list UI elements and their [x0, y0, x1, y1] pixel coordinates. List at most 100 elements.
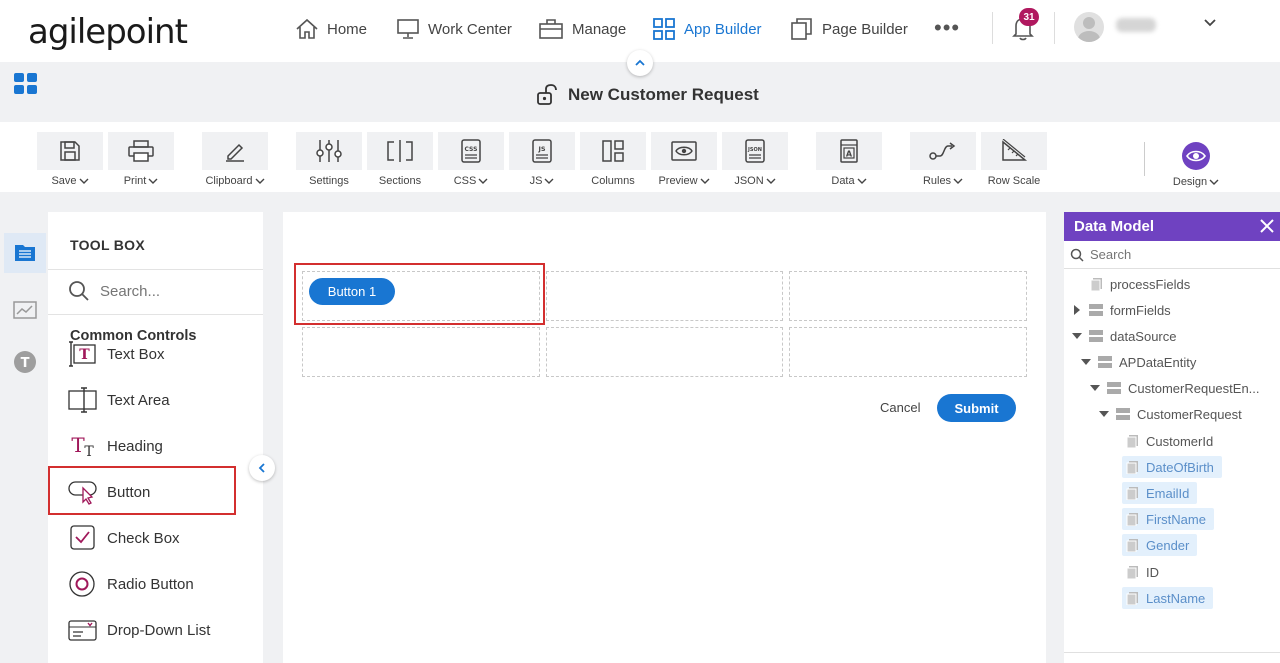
sliders-icon: [316, 140, 342, 162]
data-label: Data: [831, 175, 855, 187]
print-button[interactable]: Print: [108, 132, 174, 187]
chevron-down-icon: [544, 178, 554, 184]
js-button[interactable]: JS JS: [509, 132, 575, 187]
toolbox-item-drop-down-list[interactable]: Drop-Down List: [68, 615, 210, 645]
cancel-button[interactable]: Cancel: [880, 400, 920, 415]
save-label: Save: [51, 175, 77, 187]
clipboard-button[interactable]: Clipboard: [202, 132, 268, 187]
chevron-down-icon: [953, 178, 963, 184]
chevron-down-icon: [1209, 179, 1219, 185]
rules-label: Rules: [922, 175, 952, 187]
settings-button[interactable]: Settings: [296, 132, 362, 187]
form-cell[interactable]: [546, 271, 783, 321]
group-icon: [1107, 382, 1121, 394]
ribbon-divider: [1144, 142, 1145, 176]
save-button[interactable]: Save: [37, 132, 103, 187]
collapse-arrow-icon[interactable]: [1090, 384, 1100, 392]
user-avatar[interactable]: [1074, 12, 1104, 42]
expand-arrow-icon[interactable]: [1072, 305, 1082, 315]
toolbox-item-check-box[interactable]: Check Box: [68, 523, 180, 553]
json-button[interactable]: JSON JSON: [722, 132, 788, 187]
preview-button[interactable]: Preview: [651, 132, 717, 187]
agilepoint-logo[interactable]: agilepoint: [28, 12, 188, 52]
toolbox-item-text-area[interactable]: Text Area: [68, 385, 170, 415]
tree-node-id[interactable]: ID: [1126, 561, 1159, 583]
form-cell[interactable]: [789, 327, 1027, 377]
nav-app-builder[interactable]: App Builder: [652, 16, 762, 42]
user-menu-chevron-down-icon[interactable]: [1203, 16, 1217, 35]
nav-divider: [1054, 12, 1055, 44]
form-cell[interactable]: [789, 271, 1027, 321]
nav-work-center[interactable]: Work Center: [396, 16, 512, 42]
nav-manage[interactable]: Manage: [538, 16, 626, 42]
toolbox-divider: [48, 314, 263, 315]
css-button[interactable]: CSS CSS: [438, 132, 504, 187]
toolbox-divider: [48, 269, 263, 270]
collapse-toolbox-button[interactable]: [249, 455, 275, 481]
data-model-search-input[interactable]: [1090, 247, 1270, 262]
toolbox-list-icon: [15, 245, 35, 261]
tree-node-firstname[interactable]: FirstName: [1122, 508, 1214, 530]
tree-node-dateofbirth[interactable]: DateOfBirth: [1122, 456, 1222, 478]
css-file-icon: CSS: [461, 139, 481, 163]
data-button[interactable]: A Data: [816, 132, 882, 187]
form-cell[interactable]: [546, 327, 783, 377]
theme-tab[interactable]: T: [4, 342, 46, 382]
chevron-up-icon: [635, 59, 645, 66]
rules-button[interactable]: Rules: [910, 132, 976, 187]
toolbox-item-heading[interactable]: TT Heading: [68, 431, 163, 461]
toolbox-tab[interactable]: [4, 233, 46, 273]
columns-button[interactable]: Columns: [580, 132, 646, 187]
svg-text:T: T: [21, 356, 30, 371]
chevron-down-icon: [700, 178, 710, 184]
data-model-header: Data Model: [1064, 212, 1280, 241]
tree-node-customerrequestentity[interactable]: CustomerRequestEn...: [1090, 377, 1260, 399]
tree-node-formfields[interactable]: formFields: [1072, 299, 1171, 321]
unlock-icon[interactable]: [536, 84, 560, 106]
field-icon: [1126, 592, 1138, 605]
tree-node-lastname[interactable]: LastName: [1122, 587, 1214, 609]
tree-node-label: CustomerRequestEn...: [1128, 380, 1260, 396]
tree-node-processfields[interactable]: processFields: [1090, 273, 1190, 295]
pages-icon: [791, 18, 812, 40]
toolbox-item-text-box[interactable]: T Text Box: [68, 339, 165, 369]
field-icon: [1126, 461, 1138, 474]
tree-node-customerid[interactable]: CustomerId: [1126, 430, 1213, 452]
tree-node-gender[interactable]: Gender: [1122, 534, 1198, 556]
nav-home[interactable]: Home: [295, 16, 367, 42]
tree-node-customerrequest[interactable]: CustomerRequest: [1099, 403, 1242, 425]
close-icon[interactable]: [1260, 219, 1274, 238]
app-switcher-icon[interactable]: [14, 73, 38, 100]
sections-button[interactable]: Sections: [367, 132, 433, 187]
group-icon: [1098, 356, 1112, 368]
tree-node-apdataentity[interactable]: APDataEntity: [1081, 351, 1196, 373]
left-rail: T: [0, 212, 47, 663]
tree-node-datasource[interactable]: dataSource: [1072, 325, 1177, 347]
more-menu-icon[interactable]: •••: [934, 17, 960, 39]
json-label: JSON: [734, 175, 764, 187]
collapse-arrow-icon[interactable]: [1081, 358, 1091, 366]
preview-icon: [671, 141, 697, 161]
data-model-search: [1064, 241, 1280, 269]
nav-page-builder[interactable]: Page Builder: [790, 16, 908, 42]
chevron-down-icon: [857, 178, 867, 184]
tree-node-emailid[interactable]: EmailId: [1122, 482, 1198, 504]
row-scale-button[interactable]: Row Scale: [981, 132, 1047, 187]
search-icon: [1070, 248, 1084, 262]
form-cell[interactable]: [302, 327, 540, 377]
ruler-icon: [1002, 139, 1028, 161]
heading-icon: TT: [71, 433, 94, 460]
home-icon: [296, 18, 318, 39]
design-button[interactable]: Design: [1163, 138, 1229, 188]
toolbox-search-input[interactable]: [100, 282, 250, 300]
field-icon: [1126, 539, 1138, 552]
nav-manage-label: Manage: [572, 20, 627, 38]
collapse-header-button[interactable]: [627, 50, 653, 76]
tree-node-label: ID: [1146, 564, 1159, 580]
collapse-arrow-icon[interactable]: [1099, 410, 1109, 418]
collapse-arrow-icon[interactable]: [1072, 332, 1082, 340]
tree-node-label: CustomerId: [1146, 433, 1214, 449]
analytics-tab[interactable]: [4, 291, 46, 331]
submit-button[interactable]: Submit: [937, 394, 1016, 422]
toolbox-item-radio-button[interactable]: Radio Button: [68, 569, 194, 599]
